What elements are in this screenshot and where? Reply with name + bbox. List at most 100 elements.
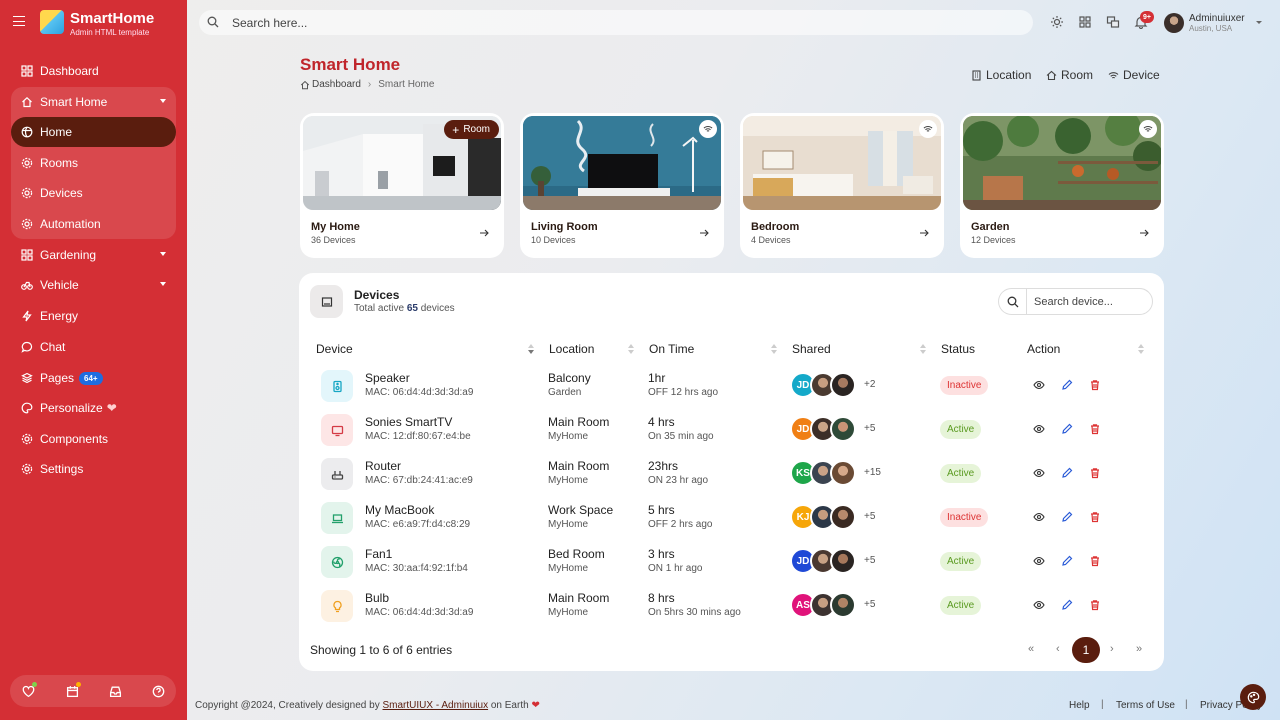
room-link[interactable]: Room <box>1046 68 1093 82</box>
column-header-device[interactable]: Device <box>316 342 353 356</box>
location-link[interactable]: Location <box>971 68 1031 82</box>
avatar[interactable] <box>830 416 856 442</box>
column-header-location[interactable]: Location <box>549 342 594 356</box>
delete-button[interactable] <box>1089 423 1101 435</box>
inbox-button[interactable] <box>98 676 132 706</box>
sidebar-item-gardening[interactable]: Gardening <box>11 240 176 270</box>
search-input[interactable] <box>232 14 732 31</box>
avatar[interactable] <box>830 592 856 618</box>
sort-icon[interactable] <box>528 344 534 354</box>
footer-help-link[interactable]: Help <box>1069 700 1090 711</box>
room-name: Garden <box>971 221 1010 233</box>
pagination-last[interactable]: » <box>1136 643 1142 655</box>
chevron-right-icon: › <box>367 79 372 90</box>
theme-toggle-button[interactable] <box>1050 15 1064 29</box>
avatar[interactable] <box>830 504 856 530</box>
shared-more-count[interactable]: +5 <box>864 599 875 610</box>
column-header-shared[interactable]: Shared <box>792 342 831 356</box>
breadcrumb-dashboard[interactable]: Dashboard <box>312 79 361 90</box>
gear-icon <box>21 463 33 475</box>
fan-icon <box>321 546 353 578</box>
calendar-button[interactable] <box>55 676 89 706</box>
avatar[interactable] <box>830 372 856 398</box>
room-card-my-home[interactable]: + Room My Home 36 Devices <box>300 113 504 258</box>
device-search-button[interactable] <box>998 288 1027 315</box>
apps-button[interactable] <box>1078 15 1092 29</box>
view-button[interactable] <box>1033 423 1045 435</box>
user-avatar[interactable] <box>1164 13 1184 33</box>
device-search-input[interactable] <box>1026 288 1153 315</box>
sidebar-item-home[interactable]: Home <box>11 117 176 147</box>
delete-button[interactable] <box>1089 467 1101 479</box>
table-row: Sonies SmartTV MAC: 12:df:80:67:e4:be Ma… <box>299 414 1164 458</box>
column-header-status[interactable]: Status <box>941 342 975 356</box>
device-name: Sonies SmartTV <box>365 415 453 429</box>
author-link[interactable]: SmartUIUX - Adminuiux <box>382 700 488 711</box>
bicycle-icon <box>21 279 33 291</box>
avatar[interactable] <box>830 460 856 486</box>
help-button[interactable] <box>141 676 175 706</box>
view-button[interactable] <box>1033 511 1045 523</box>
theme-customizer-button[interactable] <box>1240 684 1266 710</box>
sort-icon[interactable] <box>628 344 634 354</box>
sort-icon[interactable] <box>920 344 926 354</box>
shared-more-count[interactable]: +5 <box>864 511 875 522</box>
footer-terms-link[interactable]: Terms of Use <box>1116 700 1175 711</box>
sidebar-item-energy[interactable]: Energy <box>11 301 176 331</box>
logo[interactable] <box>40 10 64 34</box>
sidebar-item-vehicle[interactable]: Vehicle <box>11 270 176 300</box>
gear-icon <box>21 218 33 230</box>
sidebar-item-smart-home[interactable]: Smart Home <box>11 87 176 117</box>
sidebar-item-rooms[interactable]: Rooms <box>11 148 176 178</box>
sidebar-item-settings[interactable]: Settings <box>11 454 176 484</box>
user-name[interactable]: Adminuiuxer <box>1189 13 1245 24</box>
shared-more-count[interactable]: +5 <box>864 423 875 434</box>
sidebar-item-label: Energy <box>40 309 79 323</box>
edit-button[interactable] <box>1061 511 1073 523</box>
delete-button[interactable] <box>1089 511 1101 523</box>
delete-button[interactable] <box>1089 599 1101 611</box>
shared-more-count[interactable]: +5 <box>864 555 875 566</box>
edit-button[interactable] <box>1061 379 1073 391</box>
table-info: Showing 1 to 6 of 6 entries <box>310 643 453 657</box>
pagination-first[interactable]: « <box>1028 643 1034 655</box>
edit-button[interactable] <box>1061 599 1073 611</box>
view-button[interactable] <box>1033 599 1045 611</box>
menu-icon[interactable] <box>13 16 25 26</box>
sidebar-item-devices[interactable]: Devices <box>11 178 176 208</box>
pagination-current[interactable]: 1 <box>1072 637 1100 663</box>
view-button[interactable] <box>1033 467 1045 479</box>
pagination-prev[interactable]: ‹ <box>1056 643 1060 655</box>
delete-button[interactable] <box>1089 555 1101 567</box>
edit-button[interactable] <box>1061 467 1073 479</box>
favorites-button[interactable] <box>11 676 45 706</box>
room-card-bedroom[interactable]: Bedroom 4 Devices <box>740 113 944 258</box>
add-room-button[interactable]: + Room <box>444 120 499 139</box>
pencil-icon <box>1062 423 1073 434</box>
view-button[interactable] <box>1033 379 1045 391</box>
sidebar-item-chat[interactable]: Chat <box>11 332 176 362</box>
room-card-garden[interactable]: Garden 12 Devices <box>960 113 1164 258</box>
sidebar-item-personalize[interactable]: Personalize ❤ <box>11 393 176 423</box>
avatar[interactable] <box>830 548 856 574</box>
view-button[interactable] <box>1033 555 1045 567</box>
sort-icon[interactable] <box>771 344 777 354</box>
language-button[interactable] <box>1106 15 1120 29</box>
sort-icon[interactable] <box>1138 344 1144 354</box>
device-link[interactable]: Device <box>1108 68 1160 82</box>
room-card-living-room[interactable]: Living Room 10 Devices <box>520 113 724 258</box>
delete-button[interactable] <box>1089 379 1101 391</box>
shared-more-count[interactable]: +15 <box>864 467 881 478</box>
chevron-down-icon[interactable] <box>1256 21 1262 24</box>
sidebar-item-pages[interactable]: Pages 64+ <box>11 363 176 393</box>
footer-separator: | <box>1101 699 1104 710</box>
edit-button[interactable] <box>1061 423 1073 435</box>
sidebar-item-components[interactable]: Components <box>11 424 176 454</box>
edit-button[interactable] <box>1061 555 1073 567</box>
shared-more-count[interactable]: +2 <box>864 379 875 390</box>
arrow-right-icon <box>920 229 929 237</box>
column-header-on-time[interactable]: On Time <box>649 342 694 356</box>
sidebar-item-dashboard[interactable]: Dashboard <box>11 56 176 86</box>
pagination-next[interactable]: › <box>1110 643 1114 655</box>
sidebar-item-automation[interactable]: Automation <box>11 209 176 239</box>
